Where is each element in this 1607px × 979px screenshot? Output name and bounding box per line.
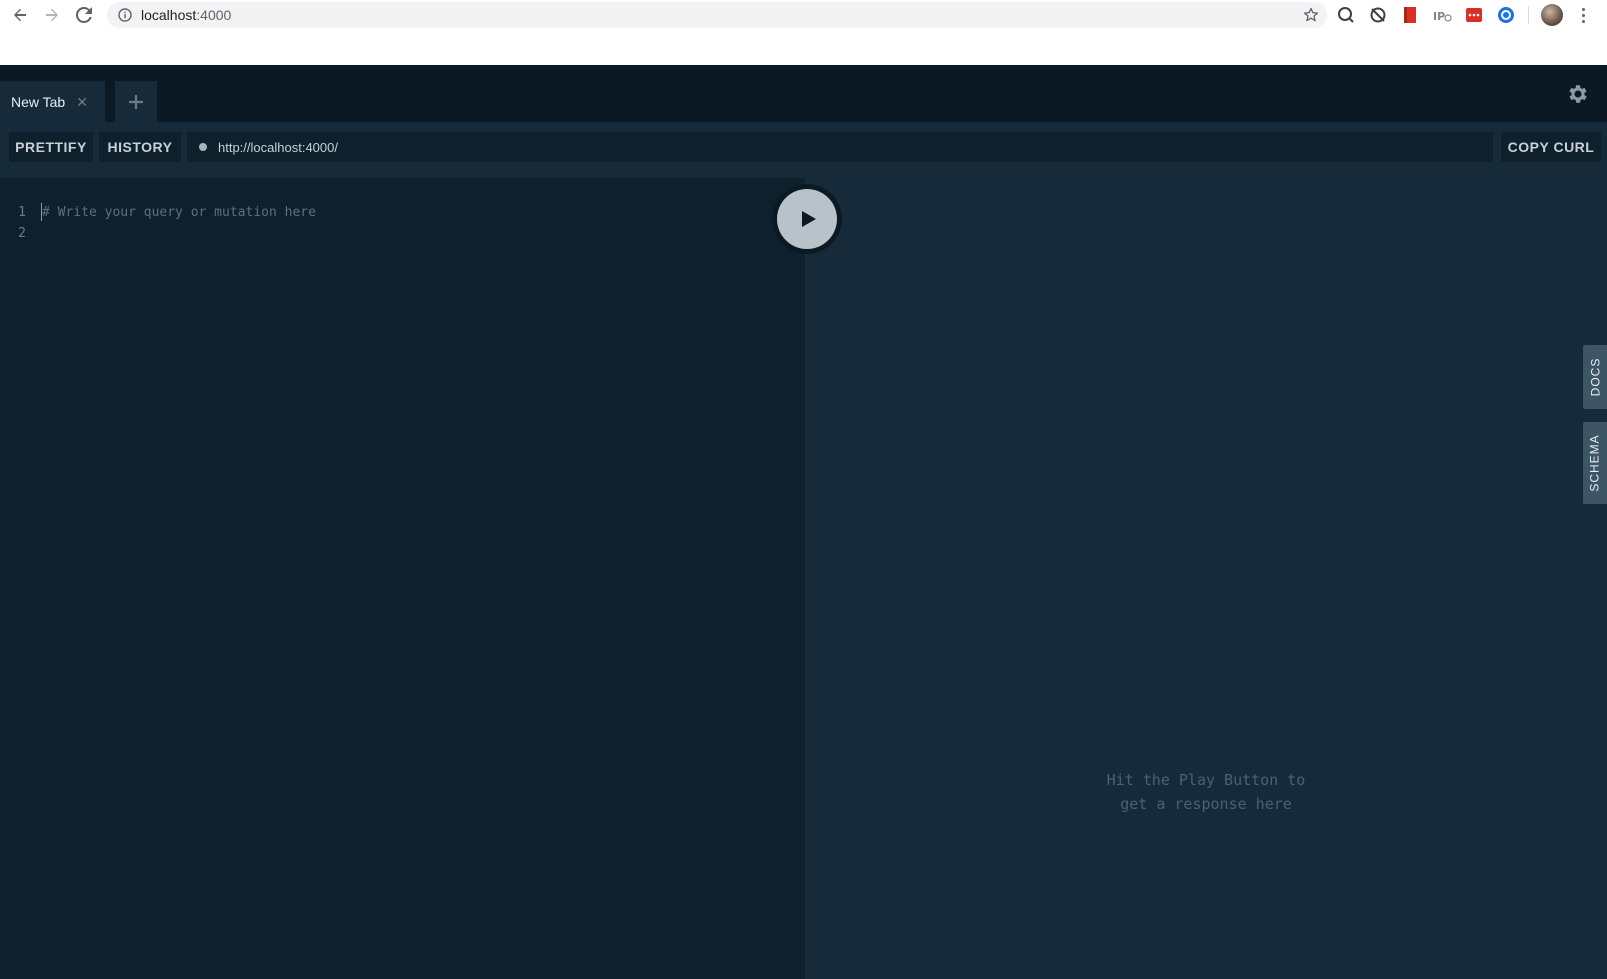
add-tab-button[interactable] (115, 81, 157, 122)
prettify-button[interactable]: PRETTIFY (9, 132, 93, 162)
query-editor[interactable]: 1 # Write your query or mutation here 2 (0, 178, 805, 979)
circle-extension-icon[interactable] (1496, 5, 1516, 25)
url-port: :4000 (196, 7, 232, 23)
results-pane: Hit the Play Button to get a response he… (805, 178, 1607, 979)
editor-line: 2 (0, 223, 42, 243)
plus-icon (129, 94, 143, 109)
dots-extension-icon[interactable] (1464, 5, 1484, 25)
endpoint-input[interactable]: http://localhost:4000/ (187, 132, 1493, 162)
endpoint-url: http://localhost:4000/ (218, 139, 338, 155)
reload-button[interactable] (68, 0, 100, 30)
schema-tab-label: SCHEMA (1588, 434, 1602, 492)
browser-menu-icon[interactable] (1575, 4, 1591, 26)
play-button-ring (772, 184, 842, 254)
placeholder-line: get a response here (1120, 795, 1292, 813)
line-number: 2 (18, 225, 26, 241)
forward-button[interactable] (36, 0, 68, 30)
sync-extension-icon[interactable] (1368, 5, 1388, 25)
placeholder-line: Hit the Play Button to (1106, 771, 1306, 789)
gear-icon (1569, 85, 1587, 103)
arrow-right-icon (46, 8, 58, 22)
docs-tab-label: DOCS (1588, 357, 1603, 397)
play-icon (802, 211, 816, 227)
copy-curl-button[interactable]: COPY CURL (1501, 132, 1601, 162)
back-button[interactable] (4, 0, 36, 30)
svg-text:IP: IP (1433, 10, 1445, 23)
connection-status-dot (199, 143, 207, 151)
docs-tab[interactable]: DOCS (1583, 345, 1607, 409)
address-bar[interactable]: localhost:4000 (107, 2, 1327, 28)
text-cursor (41, 203, 42, 221)
tab-bar: New Tab ✕ (0, 65, 1607, 122)
close-icon[interactable]: ✕ (76, 95, 88, 109)
editor-placeholder-text: # Write your query or mutation here (42, 204, 316, 220)
info-icon[interactable] (117, 7, 133, 23)
tab-label: New Tab (11, 93, 66, 110)
results-placeholder: Hit the Play Button to get a response he… (805, 768, 1607, 816)
line-number: 1 (18, 204, 26, 220)
schema-tab[interactable]: SCHEMA (1583, 422, 1607, 504)
toolbar-separator (1528, 6, 1529, 24)
profile-avatar[interactable] (1541, 4, 1563, 26)
url-host: localhost (141, 7, 197, 23)
editor-toolbar: PRETTIFY HISTORY http://localhost:4000/ … (0, 122, 1607, 178)
browser-toolbar: localhost:4000 IP (0, 0, 1607, 30)
editor-line: 1 # Write your query or mutation here (0, 202, 316, 222)
ip-extension-icon[interactable]: IP (1432, 5, 1452, 25)
arrow-left-icon (14, 8, 26, 22)
search-extension-icon[interactable] (1336, 5, 1356, 25)
settings-button[interactable] (1566, 82, 1590, 106)
reload-icon (76, 7, 92, 23)
history-button[interactable]: HISTORY (99, 132, 181, 162)
bookmark-star-icon[interactable] (1303, 7, 1319, 28)
tab-new-tab[interactable]: New Tab ✕ (0, 81, 105, 122)
bookmark-extension-icon[interactable] (1400, 5, 1420, 25)
execute-button[interactable] (777, 189, 837, 249)
extensions-area: IP (1336, 4, 1591, 26)
address-text[interactable]: localhost:4000 (141, 7, 231, 23)
